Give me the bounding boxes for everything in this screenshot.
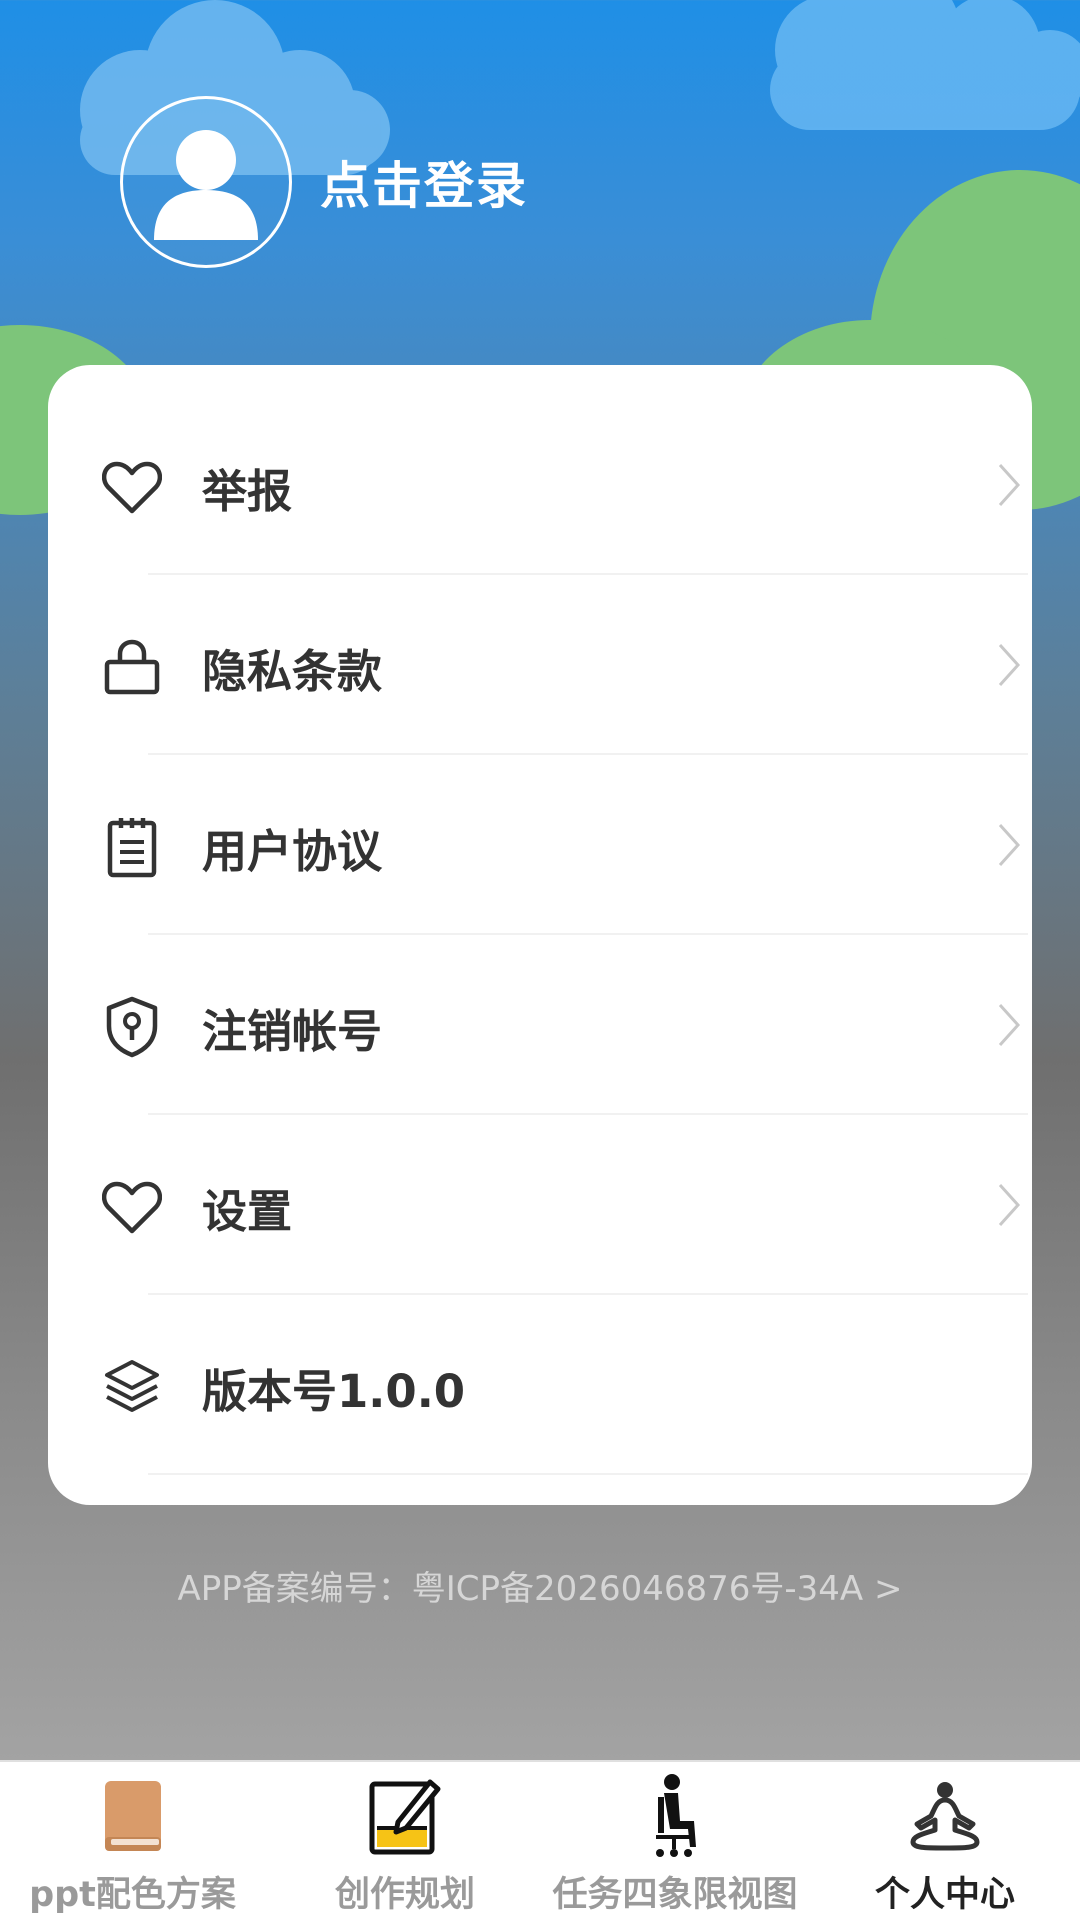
chevron-right-icon <box>998 643 1021 687</box>
shield-icon <box>100 995 164 1059</box>
divider <box>148 1293 1028 1295</box>
meditation-icon <box>905 1776 985 1856</box>
document-icon <box>100 815 164 879</box>
menu-item-label: 用户协议 <box>202 824 383 878</box>
tab-label: ppt配色方案 <box>29 1875 236 1915</box>
login-button[interactable]: 点击登录 <box>320 146 528 218</box>
avatar-icon[interactable] <box>120 96 292 268</box>
tab-label: 任务四象限视图 <box>552 1875 798 1915</box>
layers-icon <box>100 1355 164 1419</box>
divider <box>148 933 1028 935</box>
tab-ppt-color[interactable]: ppt配色方案 <box>0 1762 265 1922</box>
lock-icon <box>100 635 164 699</box>
tab-task-quadrant[interactable]: 任务四象限视图 <box>540 1762 810 1922</box>
divider <box>148 753 1028 755</box>
chevron-right-icon <box>998 463 1021 507</box>
menu-item-label: 注销帐号 <box>202 1004 383 1058</box>
menu-item-settings[interactable]: 设置 <box>100 1117 1028 1297</box>
icp-record-link[interactable]: APP备案编号：粤ICP备2026046876号-34A > <box>0 1561 1080 1610</box>
menu-item-agreement[interactable]: 用户协议 <box>100 757 1028 937</box>
bottom-tab-bar: ppt配色方案 创作规划 任务四象限视图 个人中心 <box>0 1760 1080 1922</box>
chevron-right-icon <box>998 1183 1021 1227</box>
menu-item-delete-account[interactable]: 注销帐号 <box>100 937 1028 1117</box>
profile-header[interactable]: 点击登录 <box>120 96 528 268</box>
divider <box>148 1113 1028 1115</box>
version-label: 版本号1.0.0 <box>202 1364 466 1418</box>
divider <box>148 1473 1028 1475</box>
tab-label: 个人中心 <box>874 1875 1015 1915</box>
menu-item-label: 设置 <box>202 1184 293 1238</box>
tab-label: 创作规划 <box>334 1875 475 1915</box>
heart-icon <box>100 1175 164 1239</box>
menu-item-report[interactable]: 举报 <box>100 397 1028 577</box>
menu-item-version: 版本号1.0.0 <box>100 1297 1028 1477</box>
heart-icon <box>100 455 164 519</box>
person-sitting-icon <box>635 1774 715 1857</box>
cloud-right <box>770 0 1080 130</box>
edit-icon <box>365 1776 445 1856</box>
settings-card: 举报 隐私条款 用户协议 注销帐号 设置 版本号1.0.0 <box>48 365 1032 1505</box>
tab-personal-center[interactable]: 个人中心 <box>810 1762 1080 1922</box>
menu-item-label: 隐私条款 <box>202 644 383 698</box>
book-icon <box>93 1776 173 1856</box>
chevron-right-icon <box>998 823 1021 867</box>
divider <box>148 573 1028 575</box>
menu-item-label: 举报 <box>202 464 293 518</box>
chevron-right-icon <box>998 1003 1021 1047</box>
tab-creation-plan[interactable]: 创作规划 <box>268 1762 542 1922</box>
menu-item-privacy[interactable]: 隐私条款 <box>100 577 1028 757</box>
